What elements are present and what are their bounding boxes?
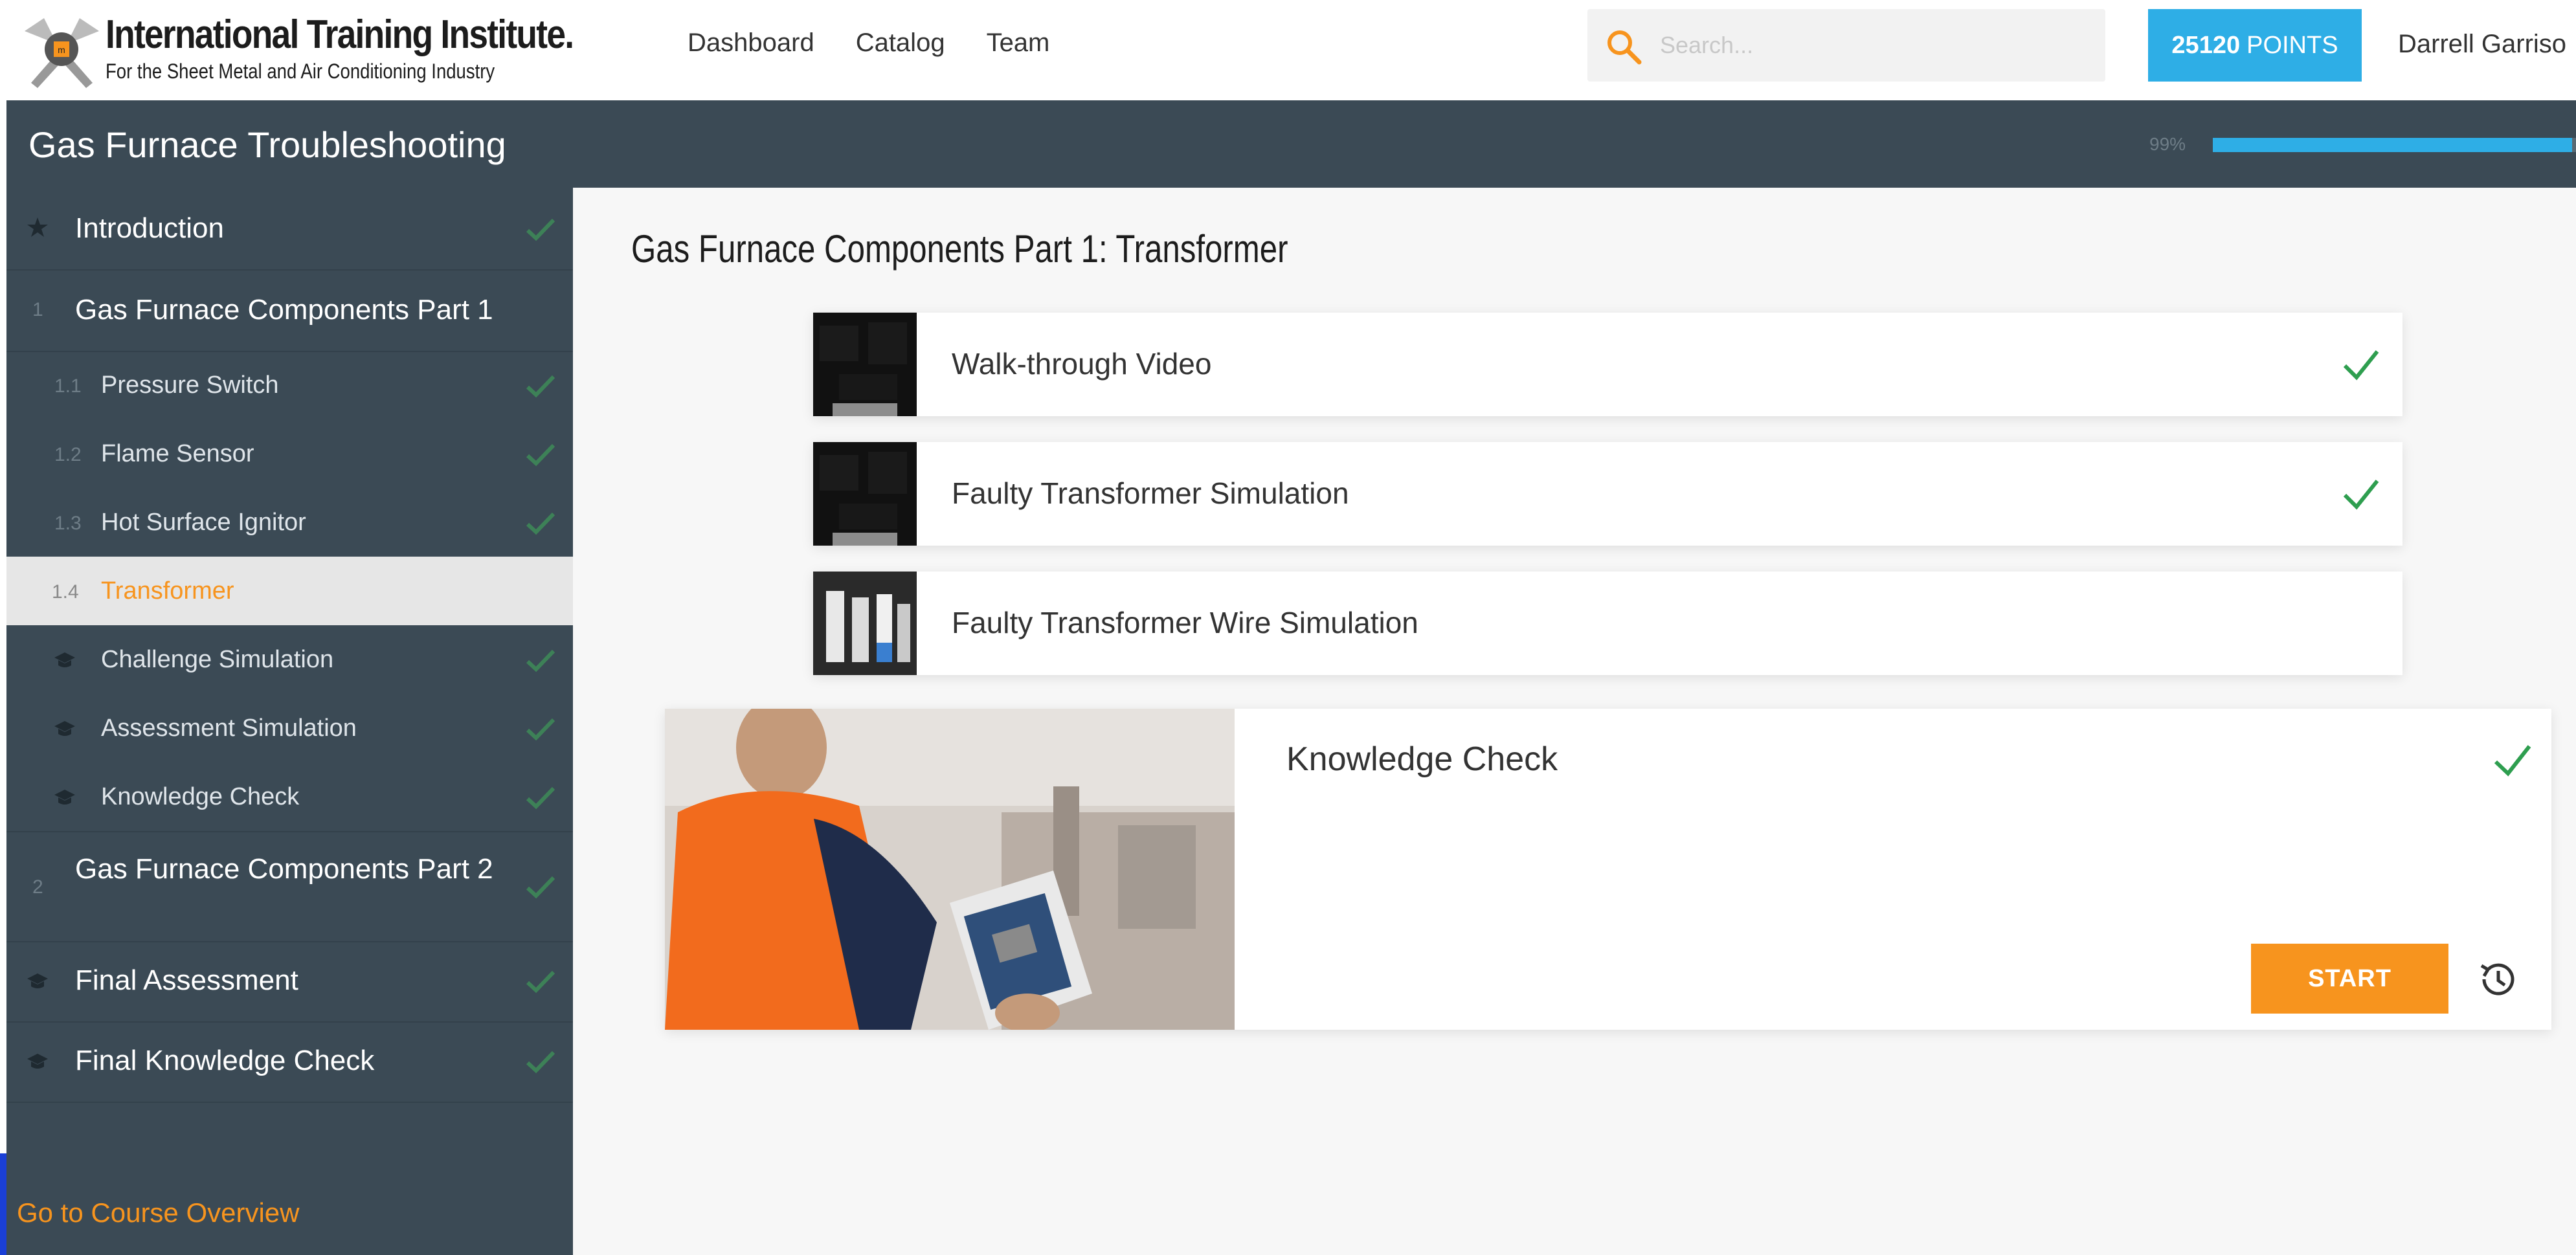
- course-sidebar: Introduction 1 Gas Furnace Components Pa…: [6, 188, 573, 1255]
- sidebar-item-number: 2: [32, 876, 43, 898]
- sidebar-item-label: Knowledge Check: [101, 783, 300, 810]
- graduation-cap-icon: [54, 652, 75, 667]
- check-icon: [526, 718, 555, 741]
- lesson-row-walkthrough-video[interactable]: Walk-through Video: [813, 313, 2402, 416]
- sidebar-item-label: Transformer: [101, 577, 234, 605]
- sidebar-item-label: Introduction: [75, 212, 224, 244]
- sidebar-item-part-1[interactable]: 1 Gas Furnace Components Part 1: [6, 269, 573, 352]
- graduation-cap-icon: [54, 721, 75, 736]
- sidebar-item-label: Final Knowledge Check: [75, 1045, 375, 1076]
- lesson-thumbnail: [813, 442, 917, 546]
- points-badge[interactable]: 25120 POINTS: [2148, 9, 2362, 82]
- sidebar-item-part-2[interactable]: 2 Gas Furnace Components Part 2: [6, 831, 573, 942]
- sidebar-item-label: Flame Sensor: [101, 440, 254, 467]
- check-icon: [526, 649, 555, 672]
- check-icon: [526, 1050, 555, 1074]
- go-to-course-overview-link[interactable]: Go to Course Overview: [17, 1197, 300, 1228]
- lesson-row-faulty-transformer-wire-simulation[interactable]: Faulty Transformer Wire Simulation: [813, 572, 2402, 675]
- check-icon: [526, 786, 555, 810]
- lesson-thumbnail: [813, 572, 917, 675]
- sidebar-item-transformer[interactable]: 1.4 Transformer: [6, 557, 573, 625]
- sidebar-item-label: Gas Furnace Components Part 1: [75, 294, 493, 326]
- blue-edge-strip: [0, 1153, 6, 1255]
- svg-text:m: m: [58, 45, 65, 55]
- knowledge-check-title: Knowledge Check: [1286, 740, 1558, 778]
- check-icon: [526, 218, 555, 241]
- progress-label: 99%: [2149, 134, 2186, 154]
- knowledge-check-image: [665, 709, 1235, 1030]
- sidebar-item-flame-sensor[interactable]: 1.2 Flame Sensor: [6, 419, 573, 488]
- main-nav: Dashboard Catalog Team: [688, 28, 1049, 58]
- sidebar-item-label: Pressure Switch: [101, 372, 279, 399]
- sidebar-item-introduction[interactable]: Introduction: [6, 188, 573, 271]
- check-icon: [526, 970, 555, 994]
- sidebar-item-label: Assessment Simulation: [101, 715, 357, 742]
- check-icon: [526, 443, 555, 467]
- check-icon: [2343, 350, 2379, 381]
- logo-title: International Training Institute.: [106, 12, 574, 57]
- sidebar-item-hot-surface-ignitor[interactable]: 1.3 Hot Surface Ignitor: [6, 488, 573, 557]
- sidebar-item-number: 1.2: [54, 444, 82, 465]
- history-icon[interactable]: [2475, 957, 2520, 1002]
- sidebar-item-number: 1.4: [52, 581, 79, 603]
- search-icon[interactable]: [1604, 27, 1643, 66]
- check-icon: [526, 512, 555, 535]
- search-input[interactable]: [1659, 25, 2089, 66]
- sidebar-item-pressure-switch[interactable]: 1.1 Pressure Switch: [6, 351, 573, 419]
- sidebar-item-number: 1.1: [54, 375, 82, 397]
- lesson-title: Walk-through Video: [952, 347, 1212, 381]
- lesson-title: Faulty Transformer Wire Simulation: [952, 606, 1418, 639]
- sidebar-item-challenge-simulation[interactable]: Challenge Simulation: [6, 625, 573, 694]
- graduation-cap-icon: [27, 973, 48, 988]
- sidebar-item-label: Final Assessment: [75, 964, 298, 996]
- top-header: m International Training Institute. For …: [0, 0, 2576, 101]
- logo-subtitle: For the Sheet Metal and Air Conditioning…: [106, 60, 495, 83]
- graduation-cap-icon: [54, 790, 75, 805]
- itI-logo[interactable]: m International Training Institute. For …: [18, 5, 588, 89]
- sidebar-item-assessment-simulation[interactable]: Assessment Simulation: [6, 694, 573, 762]
- sidebar-item-final-knowledge-check[interactable]: Final Knowledge Check: [6, 1021, 573, 1103]
- nav-dashboard[interactable]: Dashboard: [688, 28, 814, 58]
- sidebar-item-number: 1: [32, 299, 43, 320]
- user-menu[interactable]: Darrell Garriso: [2398, 30, 2566, 59]
- sidebar-item-number: 1.3: [54, 513, 82, 534]
- course-progress-bar: [2213, 138, 2576, 152]
- sidebar-item-knowledge-check[interactable]: Knowledge Check: [6, 762, 573, 832]
- check-icon: [526, 876, 555, 899]
- points-value: 25120: [2171, 31, 2241, 59]
- nav-catalog[interactable]: Catalog: [856, 28, 945, 58]
- graduation-cap-icon: [27, 1054, 48, 1069]
- page-title: Gas Furnace Components Part 1: Transform…: [631, 227, 1288, 271]
- logo-emblem-icon: m: [25, 18, 99, 88]
- sidebar-item-final-assessment[interactable]: Final Assessment: [6, 941, 573, 1023]
- search-box[interactable]: [1587, 9, 2105, 82]
- course-progress-fill: [2213, 138, 2573, 152]
- left-edge: [0, 100, 6, 1255]
- course-bar: Gas Furnace Troubleshooting 99%: [0, 100, 2576, 188]
- start-button[interactable]: START: [2251, 944, 2448, 1014]
- sidebar-item-label: Gas Furnace Components Part 2: [75, 853, 493, 885]
- check-icon: [2494, 745, 2531, 777]
- sidebar-item-label: Hot Surface Ignitor: [101, 509, 306, 536]
- course-title: Gas Furnace Troubleshooting: [28, 124, 506, 165]
- knowledge-check-card: Knowledge Check START: [665, 709, 2551, 1030]
- check-icon: [526, 375, 555, 398]
- lesson-row-faulty-transformer-simulation[interactable]: Faulty Transformer Simulation: [813, 442, 2402, 546]
- sidebar-item-label: Challenge Simulation: [101, 646, 334, 673]
- star-icon: [27, 217, 48, 237]
- lesson-title: Faulty Transformer Simulation: [952, 476, 1349, 510]
- points-label: POINTS: [2246, 31, 2338, 59]
- nav-team[interactable]: Team: [987, 28, 1050, 58]
- check-icon: [2343, 480, 2379, 510]
- lesson-thumbnail: [813, 313, 917, 416]
